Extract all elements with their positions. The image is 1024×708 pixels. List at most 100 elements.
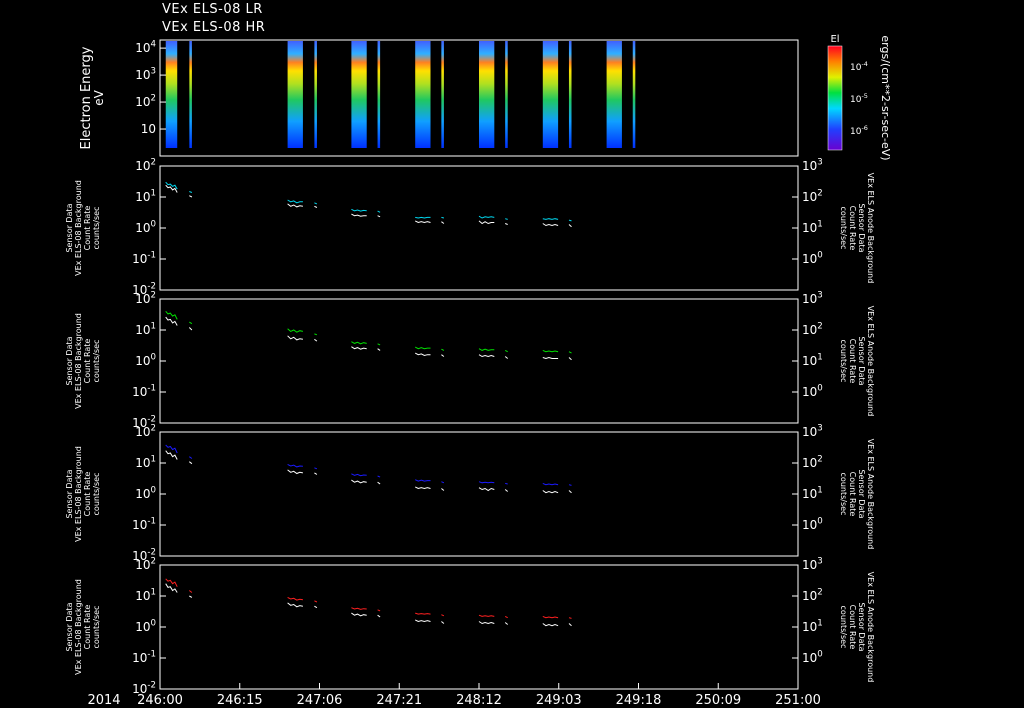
panel-left-label: Sensor Data [65,469,74,518]
plot-svg: 10102103104Electron EnergyeVEl10-410-510… [65,34,892,708]
colorbar-title: El [830,34,839,45]
panel-right-tick-label: 102 [802,588,823,603]
panel-right-tick-label: 102 [802,322,823,337]
series-1-trace [568,219,572,222]
series-1-trace [314,333,318,336]
series-1-trace [478,215,495,219]
panel-right-label: Count Rate [848,472,857,517]
series-2-trace [377,215,381,218]
series-1-trace [568,484,572,486]
series-2-trace [377,614,381,618]
series-2-trace [542,356,559,360]
spectrogram-y-tick-label: 104 [135,40,156,55]
panel-right-label: counts/sec [839,473,848,516]
panel-left-label: Sensor Data [65,336,74,385]
panel-left-label: VEx ELS-08 Background [74,180,83,276]
series-1-trace [351,607,367,610]
panel-left-label: Count Rate [83,605,92,650]
series-2-trace [189,195,193,198]
series-2-trace [377,348,381,351]
time-axis-tick-label: 248:12 [456,693,502,708]
series-1-trace [189,191,193,193]
time-axis-tick-label: 249:03 [536,693,582,708]
time-axis-tick-label: 246:00 [137,693,183,708]
spectrogram-block [377,41,381,148]
series-2-trace [542,623,559,627]
series-2-trace [314,472,318,475]
series-2-trace [478,220,495,225]
colorbar-tick-label: 10-5 [850,92,868,105]
panel-right-label: counts/sec [839,207,848,250]
panel-right-tick-label: 103 [802,158,823,173]
panel-right-tick-label: 102 [802,455,823,470]
panel-left-tick-label: 102 [135,158,156,173]
series-2-trace [351,612,367,617]
panel-right-label: VEx ELS Anode Background [866,173,875,284]
series-1-trace [441,348,445,351]
series-2-trace [478,487,495,492]
series-2-trace [377,481,381,485]
spectrogram-y-tick-label: 103 [135,67,156,82]
spectrogram-block [165,41,178,148]
panel-right-label: VEx ELS Anode Background [866,306,875,417]
panel-left-label: counts/sec [92,207,101,250]
series-1-trace [478,348,495,351]
series-2-trace [505,223,508,225]
panel-left-tick-label: 10-1 [132,650,156,665]
series-2-trace [351,213,367,217]
panel-right-label: Sensor Data [857,336,866,385]
time-axis-tick-label: 247:21 [376,693,422,708]
panel-left-tick-label: 101 [135,189,156,204]
spectrogram-y-tick-label: 10 [141,122,156,136]
series-2-trace [188,461,193,465]
panel-left-tick-label: 100 [135,619,156,634]
time-axis-tick-label: 246:15 [217,693,263,708]
panel-left-label: counts/sec [92,473,101,516]
series-2-trace [165,316,178,326]
series-1-trace [414,346,431,350]
panel-2-frame [159,298,799,424]
series-2-trace [504,622,509,625]
series-1-trace [441,481,445,484]
series-2-trace [189,595,193,598]
panel-left-tick-label: 101 [135,588,156,603]
time-axis-tick-label: 247:06 [297,693,343,708]
series-2-trace [287,602,303,608]
series-1-trace [165,578,178,587]
series-2-trace [568,224,572,228]
series-2-trace [478,621,495,625]
series-2-trace [314,605,318,609]
panel-right-tick-label: 100 [802,650,823,665]
spectrogram-block [632,41,636,148]
time-axis-tick-label: 249:18 [616,693,662,708]
spectrogram-block [479,41,495,148]
panel-right-tick-label: 103 [802,291,823,306]
series-2-trace [351,479,367,484]
spectrogram-block [606,41,622,148]
panel-right-label: Sensor Data [857,469,866,518]
series-1-trace [377,343,381,346]
panel-left-tick-label: 102 [135,424,156,439]
panel-right-label: VEx ELS Anode Background [866,572,875,683]
series-1-trace [287,463,303,468]
colorbar-tick-label: 10-6 [850,124,868,137]
panel-right-tick-label: 100 [802,251,823,266]
time-axis-tick-label: 251:00 [775,693,821,708]
series-2-trace [287,469,303,475]
panel-left-tick-label: 10-1 [132,384,156,399]
series-1-trace [165,310,178,320]
panel-left-tick-label: 10-1 [132,251,156,266]
panel-left-tick-label: 101 [135,455,156,470]
series-1-trace [505,218,508,220]
series-1-trace [189,321,193,325]
spectrogram-block [542,41,559,148]
series-1-trace [414,479,431,482]
panel-left-tick-label: 100 [135,353,156,368]
panel-left-tick-label: 100 [135,220,156,235]
series-1-trace [568,351,572,354]
series-1-trace [287,328,304,333]
panel-3-frame [159,431,799,557]
series-1-trace [478,614,495,617]
panel-1-frame [159,165,799,291]
panel-right-tick-label: 103 [802,424,823,439]
